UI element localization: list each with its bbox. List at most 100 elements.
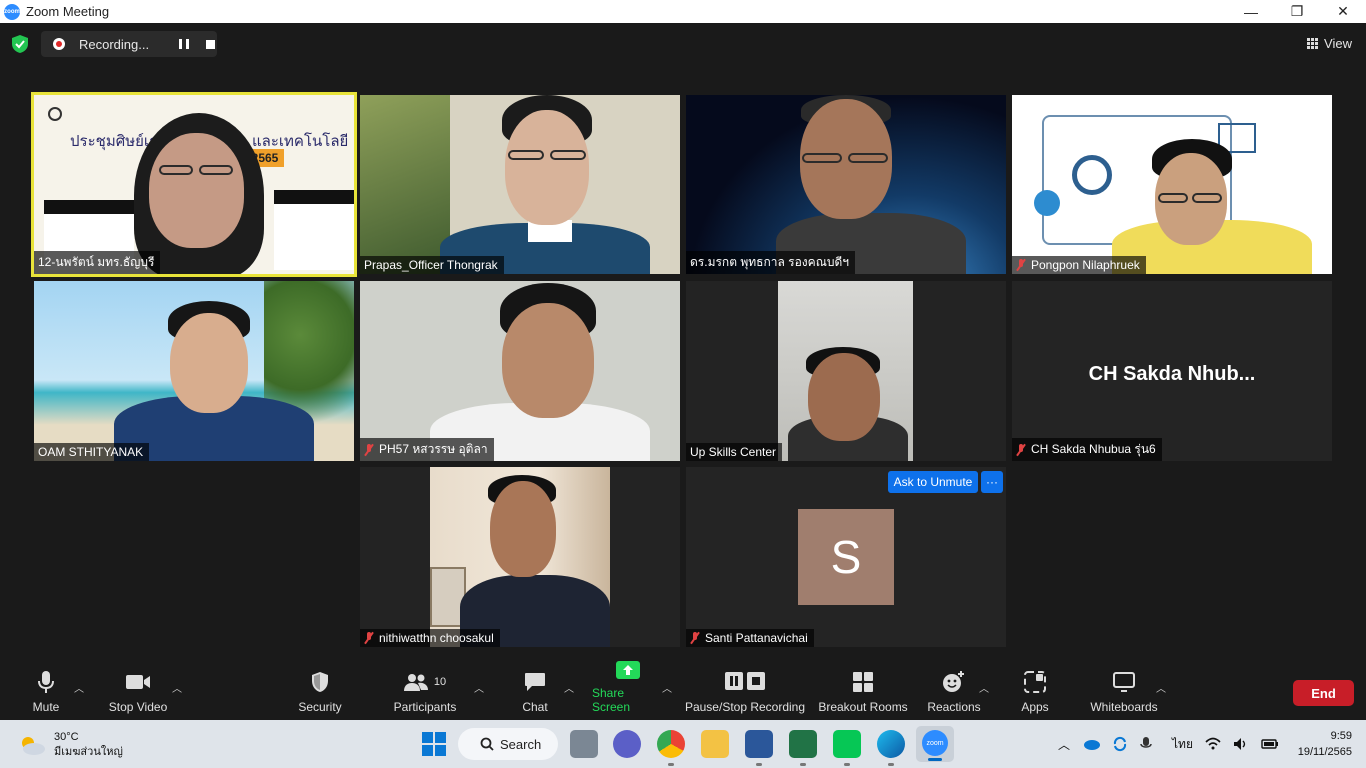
participant-face bbox=[149, 133, 244, 248]
share-screen-button[interactable]: Share Screen bbox=[592, 660, 664, 720]
participants-button[interactable]: 10 Participants bbox=[390, 660, 460, 720]
video-tile-oam[interactable]: OAM STHITYANAK bbox=[34, 281, 354, 461]
participant-name: OAM STHITYANAK bbox=[34, 443, 150, 461]
participants-options-caret[interactable]: ︿ bbox=[474, 680, 484, 695]
participant-face bbox=[170, 313, 248, 413]
shield-icon bbox=[311, 670, 329, 694]
zoom-taskbar-button[interactable]: zoom bbox=[916, 726, 954, 762]
recording-indicator: Recording... bbox=[41, 31, 217, 57]
whiteboard-icon bbox=[1113, 670, 1135, 694]
weather-widget[interactable]: 30°C มีเมฆส่วนใหญ่ bbox=[18, 730, 123, 760]
breakout-rooms-button[interactable]: Breakout Rooms bbox=[818, 660, 908, 720]
video-tile-upskills[interactable]: Up Skills Center bbox=[686, 281, 1006, 461]
reactions-button[interactable]: Reactions bbox=[926, 660, 982, 720]
task-view-icon[interactable] bbox=[570, 730, 598, 758]
taskbar-search[interactable]: Search bbox=[458, 728, 558, 760]
weather-temp: 30°C bbox=[54, 731, 79, 743]
participant-name: nithiwatthn choosakul bbox=[360, 629, 500, 647]
view-button[interactable]: View bbox=[1307, 36, 1352, 51]
ask-to-unmute-button[interactable]: Ask to Unmute bbox=[888, 471, 978, 493]
language-indicator[interactable]: ไทย bbox=[1172, 735, 1193, 754]
minimize-button[interactable]: — bbox=[1228, 0, 1274, 23]
window-title: Zoom Meeting bbox=[26, 4, 110, 19]
clock-date: 19/11/2565 bbox=[1297, 746, 1352, 758]
file-explorer-icon[interactable] bbox=[701, 730, 729, 758]
participant-name: ดร.มรกต พุทธกาล รองคณบดีฯ bbox=[686, 251, 855, 274]
search-icon bbox=[480, 737, 494, 751]
participant-name: Prapas_Officer Thongrak bbox=[360, 256, 504, 274]
battery-icon[interactable] bbox=[1261, 738, 1279, 750]
muted-mic-icon bbox=[364, 632, 374, 644]
pause-recording-icon[interactable] bbox=[179, 39, 189, 49]
pause-stop-recording-button[interactable]: Pause/Stop Recording bbox=[684, 660, 806, 720]
zoom-app-icon: zoom bbox=[4, 3, 20, 20]
chevron-up-icon[interactable]: ︿ bbox=[1058, 736, 1070, 753]
smiley-icon bbox=[942, 670, 966, 694]
microphone-tray-icon[interactable] bbox=[1140, 736, 1152, 752]
participant-face bbox=[505, 110, 589, 225]
video-options-caret[interactable]: ︿ bbox=[172, 680, 182, 695]
plant-background bbox=[360, 95, 450, 274]
clock-time: 9:59 bbox=[1330, 730, 1352, 742]
start-button[interactable] bbox=[420, 730, 448, 758]
microphone-icon bbox=[38, 670, 54, 694]
wifi-icon[interactable] bbox=[1205, 737, 1221, 751]
word-icon[interactable] bbox=[745, 730, 773, 766]
edge-icon[interactable] bbox=[877, 730, 905, 766]
speaker-icon[interactable] bbox=[1233, 737, 1249, 751]
recording-label: Recording... bbox=[79, 36, 150, 52]
onedrive-icon[interactable] bbox=[1082, 738, 1101, 750]
line-icon[interactable] bbox=[833, 730, 861, 766]
participant-face bbox=[808, 353, 880, 441]
mute-button[interactable]: Mute bbox=[22, 660, 70, 720]
apps-button[interactable]: Apps bbox=[1015, 660, 1055, 720]
participant-name: PH57 หสวรรษ อุติลา bbox=[360, 438, 494, 461]
meeting-toolbar: Mute ︿ Stop Video ︿ Security 10 Particip… bbox=[0, 660, 1366, 720]
excel-icon[interactable] bbox=[789, 730, 817, 766]
stop-recording-icon[interactable] bbox=[206, 39, 215, 49]
recording-dot-icon bbox=[53, 38, 65, 50]
video-tile-santi[interactable]: S Ask to Unmute ··· Santi Pattanavichai bbox=[686, 467, 1006, 647]
sync-icon[interactable] bbox=[1112, 736, 1128, 752]
taskbar-clock[interactable]: 9:59 19/11/2565 bbox=[1298, 728, 1352, 760]
reactions-options-caret[interactable]: ︿ bbox=[979, 680, 989, 695]
chat-options-caret[interactable]: ︿ bbox=[564, 680, 574, 695]
end-meeting-button[interactable]: End bbox=[1293, 680, 1354, 706]
video-tile-nithiwatthn[interactable]: nithiwatthn choosakul bbox=[360, 467, 680, 647]
video-tile-prapas[interactable]: Prapas_Officer Thongrak bbox=[360, 95, 680, 274]
security-button[interactable]: Security bbox=[292, 660, 348, 720]
teams-chat-icon[interactable] bbox=[613, 730, 641, 758]
share-screen-icon bbox=[616, 660, 640, 680]
chat-button[interactable]: Chat bbox=[515, 660, 555, 720]
close-button[interactable]: ✕ bbox=[1320, 0, 1366, 23]
avatar: S bbox=[798, 509, 894, 605]
whiteboards-button[interactable]: Whiteboards bbox=[1088, 660, 1160, 720]
video-tile-ph57[interactable]: PH57 หสวรรษ อุติลา bbox=[360, 281, 680, 461]
participant-name: Up Skills Center bbox=[686, 443, 783, 461]
system-tray: ︿ ไทย bbox=[1058, 720, 1279, 768]
whiteboards-options-caret[interactable]: ︿ bbox=[1156, 680, 1166, 695]
chrome-icon[interactable] bbox=[657, 730, 685, 766]
logo-icon bbox=[48, 107, 62, 121]
video-tile-sakda[interactable]: CH Sakda Nhub... CH Sakda Nhubua รุ่น6 bbox=[1012, 281, 1332, 461]
view-label: View bbox=[1324, 36, 1352, 51]
share-options-caret[interactable]: ︿ bbox=[662, 680, 672, 695]
participant-face bbox=[502, 303, 594, 418]
graduate-illustration-right bbox=[274, 190, 354, 270]
participant-display-name: CH Sakda Nhub... bbox=[1088, 363, 1256, 385]
zoom-icon: zoom bbox=[922, 730, 948, 756]
stop-video-button[interactable]: Stop Video bbox=[105, 660, 171, 720]
participant-face bbox=[490, 481, 556, 577]
video-tile-pongpon[interactable]: Pongpon Nilaphruek bbox=[1012, 95, 1332, 274]
title-bar: zoom Zoom Meeting — ❐ ✕ bbox=[0, 0, 1366, 23]
security-shield-icon[interactable] bbox=[12, 35, 28, 53]
video-tile-noprat[interactable]: ประชุมศิษย์เก่า และเทคโนโลยี 2565 12-นพร… bbox=[31, 92, 357, 277]
video-tile-morakot[interactable]: ดร.มรกต พุทธกาล รองคณบดีฯ bbox=[686, 95, 1006, 274]
more-options-button[interactable]: ··· bbox=[981, 471, 1003, 493]
participants-count: 10 bbox=[433, 676, 447, 688]
cloud-sun-icon bbox=[22, 737, 45, 755]
audio-options-caret[interactable]: ︿ bbox=[74, 680, 84, 695]
restore-button[interactable]: ❐ bbox=[1274, 0, 1320, 23]
muted-mic-icon bbox=[1016, 443, 1026, 456]
pause-stop-icon bbox=[723, 670, 767, 694]
